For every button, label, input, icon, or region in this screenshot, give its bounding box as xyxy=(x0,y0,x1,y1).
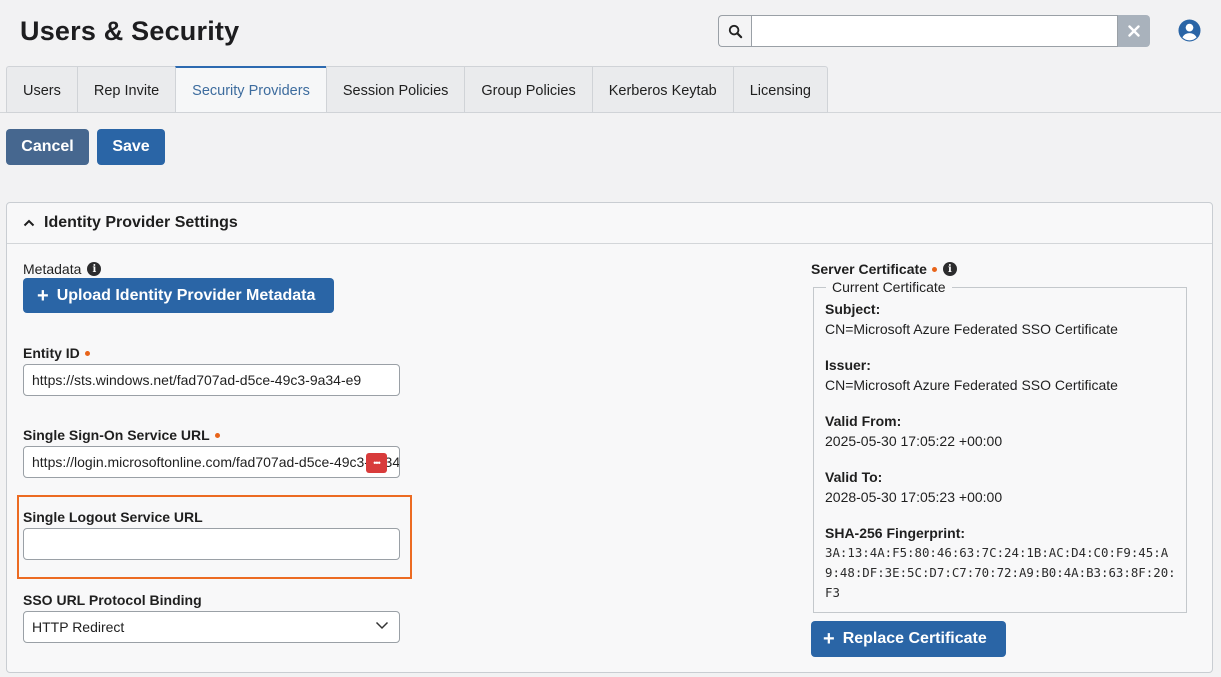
search-button[interactable] xyxy=(718,15,751,47)
entity-id-label: Entity ID xyxy=(23,345,90,361)
tab-licensing[interactable]: Licensing xyxy=(732,66,828,113)
replace-certificate-button[interactable]: + Replace Certificate xyxy=(811,621,1006,657)
binding-value: HTTP Redirect xyxy=(32,619,125,635)
valid-to-label: Valid To: xyxy=(825,469,883,485)
user-circle-icon[interactable] xyxy=(1178,19,1201,42)
clear-search-button[interactable] xyxy=(1118,15,1150,47)
tab-session-policies[interactable]: Session Policies xyxy=(325,66,465,113)
binding-label-text: SSO URL Protocol Binding xyxy=(23,592,202,608)
current-certificate-legend: Current Certificate xyxy=(826,279,952,295)
tab-bar: Users Rep Invite Security Providers Sess… xyxy=(6,66,828,113)
binding-label: SSO URL Protocol Binding xyxy=(23,592,202,608)
page-title: Users & Security xyxy=(20,16,240,46)
valid-from-value: 2025-05-30 17:05:22 +00:00 xyxy=(825,433,1003,449)
entity-id-label-text: Entity ID xyxy=(23,345,80,361)
server-certificate-label: Server Certificate i xyxy=(811,261,957,277)
upload-metadata-label: Upload Identity Provider Metadata xyxy=(56,286,316,304)
logout-url-label-text: Single Logout Service URL xyxy=(23,509,203,525)
tab-group-policies[interactable]: Group Policies xyxy=(464,66,592,113)
upload-metadata-button[interactable]: + Upload Identity Provider Metadata xyxy=(23,278,334,313)
save-button[interactable]: Save xyxy=(97,129,165,165)
metadata-label: Metadata i xyxy=(23,261,102,277)
metadata-label-text: Metadata xyxy=(23,261,82,277)
info-icon[interactable]: i xyxy=(942,262,957,276)
replace-certificate-label: Replace Certificate xyxy=(842,630,987,647)
binding-select[interactable]: HTTP Redirect xyxy=(23,611,400,643)
required-indicator xyxy=(84,350,90,356)
plus-icon: + xyxy=(37,284,49,307)
password-manager-icon[interactable]: ••• xyxy=(366,453,387,473)
sso-url-label-text: Single Sign-On Service URL xyxy=(23,427,210,443)
identity-provider-panel: Identity Provider Settings Metadata i + … xyxy=(6,202,1213,673)
server-certificate-label-text: Server Certificate xyxy=(811,261,927,277)
search-icon xyxy=(728,24,742,38)
logout-url-label: Single Logout Service URL xyxy=(23,509,203,525)
panel-header[interactable]: Identity Provider Settings xyxy=(7,203,1212,244)
tab-users[interactable]: Users xyxy=(6,66,77,113)
plus-icon: + xyxy=(823,628,835,650)
cancel-button[interactable]: Cancel xyxy=(6,129,89,165)
issuer-label: Issuer: xyxy=(825,357,871,373)
subject-value: CN=Microsoft Azure Federated SSO Certifi… xyxy=(825,321,1118,337)
issuer-value: CN=Microsoft Azure Federated SSO Certifi… xyxy=(825,377,1118,393)
search-input[interactable] xyxy=(751,15,1118,47)
tab-security-providers[interactable]: Security Providers xyxy=(175,66,326,113)
chevron-up-icon xyxy=(23,219,35,227)
panel-title: Identity Provider Settings xyxy=(44,214,238,231)
chevron-down-icon xyxy=(375,621,389,630)
tab-rep-invite[interactable]: Rep Invite xyxy=(76,66,176,113)
logout-url-field[interactable] xyxy=(23,528,400,560)
valid-to-value: 2028-05-30 17:05:23 +00:00 xyxy=(825,489,1003,505)
valid-from-label: Valid From: xyxy=(825,413,902,429)
fingerprint-value: 3A:13:4A:F5:80:46:63:7C:24:1B:AC:D4:C0:F… xyxy=(825,545,1176,600)
fingerprint-label: SHA-256 Fingerprint: xyxy=(825,525,966,541)
sso-url-field[interactable]: https://login.microsoftonline.com/fad707… xyxy=(23,446,400,478)
sso-url-value: https://login.microsoftonline.com/fad707… xyxy=(32,454,400,470)
info-icon[interactable]: i xyxy=(87,262,102,276)
entity-id-field[interactable]: https://sts.windows.net/fad707ad-d5ce-49… xyxy=(23,364,400,396)
sso-url-label: Single Sign-On Service URL xyxy=(23,427,220,443)
required-indicator xyxy=(931,266,937,272)
subject-label: Subject: xyxy=(825,301,881,317)
required-indicator xyxy=(214,432,220,438)
tab-kerberos-keytab[interactable]: Kerberos Keytab xyxy=(591,66,733,113)
entity-id-value: https://sts.windows.net/fad707ad-d5ce-49… xyxy=(32,372,362,388)
close-icon xyxy=(1128,25,1140,37)
search-bar xyxy=(718,15,1150,47)
